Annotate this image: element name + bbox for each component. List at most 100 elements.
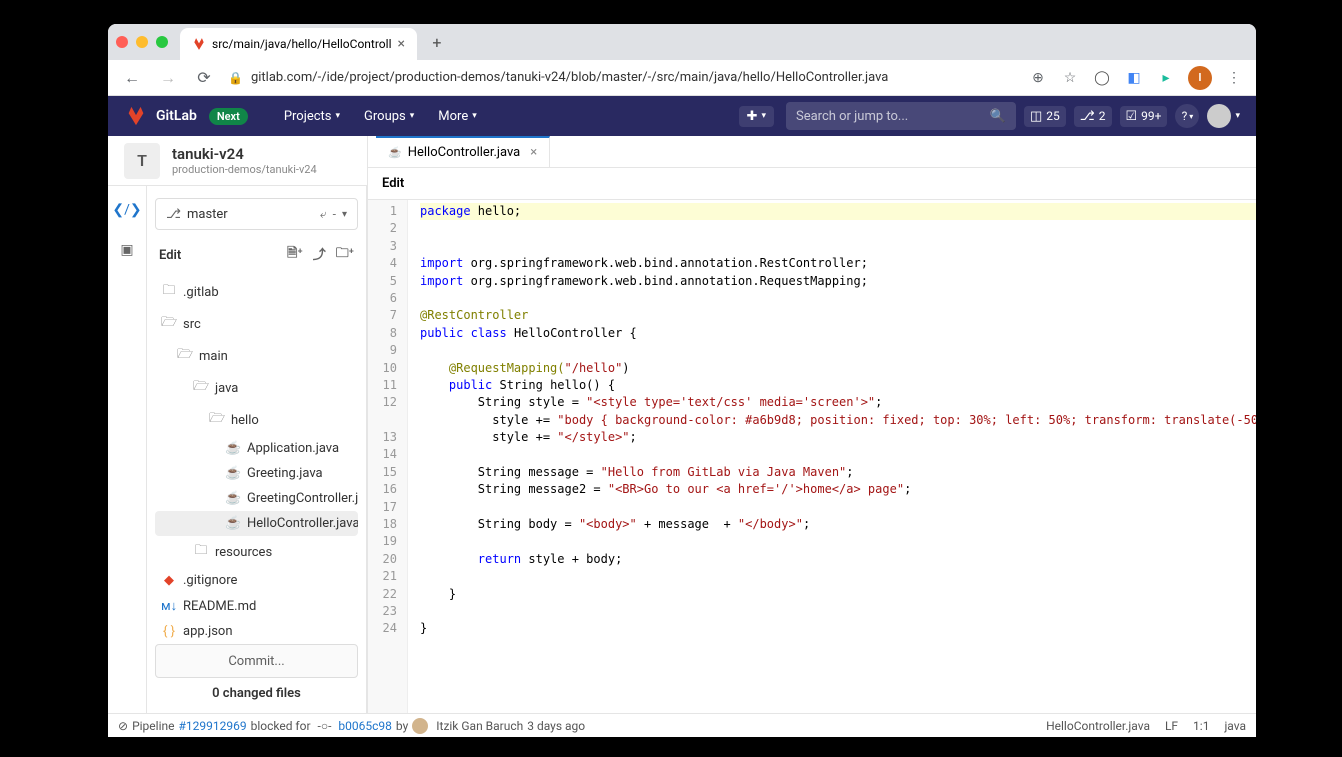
file-tab-hellocontroller[interactable]: ☕ HelloController.java × bbox=[376, 136, 550, 167]
browser-tabbar: src/main/java/hello/HelloControll × + bbox=[108, 24, 1256, 60]
project-name: tanuki-v24 bbox=[172, 145, 317, 163]
merge-icon: ⤶ bbox=[320, 207, 327, 222]
browser-window: src/main/java/hello/HelloControll × + ← … bbox=[108, 24, 1256, 737]
java-file-icon: ☕ bbox=[225, 466, 241, 481]
folder-hello[interactable]: 🗁hello bbox=[155, 404, 358, 436]
file-application[interactable]: ☕Application.java bbox=[155, 436, 358, 461]
new-file-icon[interactable]: 🗎⁺ bbox=[287, 244, 303, 266]
more-menu[interactable]: More▾ bbox=[430, 109, 484, 124]
next-badge[interactable]: Next bbox=[209, 108, 248, 125]
edit-rail-icon[interactable]: ❮/❯ bbox=[115, 198, 139, 222]
close-icon[interactable]: × bbox=[530, 145, 537, 160]
window-close-icon[interactable] bbox=[116, 36, 128, 48]
folder-src[interactable]: 🗁src bbox=[155, 308, 358, 340]
gitlab-logo-icon[interactable] bbox=[124, 104, 148, 128]
extension1-icon[interactable]: ◯ bbox=[1092, 68, 1112, 88]
lock-icon: 🔒 bbox=[228, 71, 243, 85]
commit-rail-icon[interactable]: ▣ bbox=[115, 238, 139, 262]
editor-toolbar: Edit Open in file view↗ bbox=[368, 168, 1256, 200]
chevron-down-icon: ▾ bbox=[336, 111, 341, 121]
commit-link[interactable]: b0065c98 bbox=[338, 719, 391, 733]
status-file: HelloController.java bbox=[1046, 719, 1150, 733]
file-greeting[interactable]: ☕Greeting.java bbox=[155, 461, 358, 486]
mr-badge[interactable]: ⎇2 bbox=[1074, 106, 1112, 127]
file-hellocontroller[interactable]: ☕HelloController.java bbox=[155, 511, 358, 536]
git-file-icon: ◆ bbox=[161, 573, 177, 588]
file-readme[interactable]: м↓README.md bbox=[155, 593, 358, 619]
folder-main[interactable]: 🗁main bbox=[155, 340, 358, 372]
edit-header: Edit 🗎⁺ ⤴ 🗀⁺ bbox=[155, 240, 358, 276]
projects-menu[interactable]: Projects▾ bbox=[276, 109, 348, 124]
new-folder-icon[interactable]: 🗀⁺ bbox=[336, 244, 354, 266]
search-icon: 🔍 bbox=[990, 109, 1006, 124]
status-pos[interactable]: 1:1 bbox=[1193, 719, 1209, 733]
java-file-icon: ☕ bbox=[225, 516, 241, 531]
back-button[interactable]: ← bbox=[120, 66, 144, 90]
file-gitignore[interactable]: ◆.gitignore bbox=[155, 568, 358, 593]
project-path: production-demos/tanuki-v24 bbox=[172, 163, 317, 176]
search-input[interactable]: Search or jump to... 🔍 bbox=[786, 102, 1016, 130]
folder-java[interactable]: 🗁java bbox=[155, 372, 358, 404]
branch-selector[interactable]: ⎇ master ⤶ - ▾ bbox=[155, 198, 358, 230]
folder-icon: 🗀 bbox=[193, 541, 209, 563]
kebab-menu-icon[interactable]: ⋮ bbox=[1224, 68, 1244, 88]
activity-rail: ❮/❯ ▣ bbox=[108, 186, 147, 713]
status-lf[interactable]: LF bbox=[1165, 719, 1178, 733]
file-appjson[interactable]: { }app.json bbox=[155, 619, 358, 638]
code-content: package hello; import org.springframewor… bbox=[408, 200, 1256, 713]
branch-icon: ⎇ bbox=[166, 207, 181, 222]
browser-profile-avatar[interactable]: I bbox=[1188, 66, 1212, 90]
url-field[interactable]: 🔒 gitlab.com/-/ide/project/production-de… bbox=[228, 70, 1016, 85]
pipeline-status-icon: ⊘ bbox=[118, 719, 128, 733]
groups-menu[interactable]: Groups▾ bbox=[356, 109, 422, 124]
window-minimize-icon[interactable] bbox=[136, 36, 148, 48]
status-lang[interactable]: java bbox=[1224, 719, 1246, 733]
file-tree: 🗀.gitlab 🗁src 🗁main 🗁java 🗁hello ☕Applic… bbox=[155, 276, 358, 638]
file-sidebar: ⎇ master ⤶ - ▾ Edit bbox=[147, 186, 367, 713]
gitlab-navbar: GitLab Next Projects▾ Groups▾ More▾ ✚▾ S… bbox=[108, 96, 1256, 136]
pipeline-label: Pipeline bbox=[132, 719, 174, 733]
issue-icon: ◫ bbox=[1030, 109, 1042, 124]
zoom-icon[interactable]: ⊕ bbox=[1028, 68, 1048, 88]
commit-when: 3 days ago bbox=[527, 719, 585, 733]
status-bar: ⊘ Pipeline #129912969 blocked for -○- b0… bbox=[108, 713, 1256, 737]
star-icon[interactable]: ☆ bbox=[1060, 68, 1080, 88]
folder-gitlab[interactable]: 🗀.gitlab bbox=[155, 276, 358, 308]
edit-mode-label: Edit bbox=[382, 176, 404, 191]
user-menu[interactable]: ▾ bbox=[1207, 104, 1240, 128]
java-file-icon: ☕ bbox=[388, 146, 402, 159]
new-tab-button[interactable]: + bbox=[423, 28, 451, 56]
extension2-icon[interactable]: ◧ bbox=[1124, 68, 1144, 88]
project-avatar: T bbox=[124, 143, 160, 179]
folder-open-icon: 🗁 bbox=[177, 345, 193, 367]
extension3-icon[interactable]: ▸ bbox=[1156, 68, 1176, 88]
issues-badge[interactable]: ◫25 bbox=[1024, 106, 1066, 127]
changed-files-label: 0 changed files bbox=[155, 678, 358, 701]
search-placeholder: Search or jump to... bbox=[796, 109, 908, 124]
window-maximize-icon[interactable] bbox=[156, 36, 168, 48]
author-avatar-icon bbox=[412, 718, 428, 734]
browser-tab[interactable]: src/main/java/hello/HelloControll × bbox=[180, 28, 417, 60]
pipeline-id-link[interactable]: #129912969 bbox=[178, 719, 246, 733]
json-file-icon: { } bbox=[161, 624, 177, 638]
create-menu[interactable]: ✚▾ bbox=[739, 106, 774, 127]
folder-resources[interactable]: 🗀resources bbox=[155, 536, 358, 568]
commit-button[interactable]: Commit... bbox=[155, 644, 358, 678]
file-greetingcontroller[interactable]: ☕GreetingController.java bbox=[155, 486, 358, 511]
close-icon[interactable]: × bbox=[397, 36, 404, 52]
tab-title: src/main/java/hello/HelloControll bbox=[212, 37, 391, 51]
avatar-icon bbox=[1207, 104, 1231, 128]
chevron-down-icon: ▾ bbox=[1235, 111, 1240, 121]
address-bar: ← → ⟳ 🔒 gitlab.com/-/ide/project/product… bbox=[108, 60, 1256, 96]
reload-button[interactable]: ⟳ bbox=[192, 66, 216, 90]
forward-button[interactable]: → bbox=[156, 66, 180, 90]
branch-name: master bbox=[187, 207, 228, 222]
folder-open-icon: 🗁 bbox=[161, 313, 177, 335]
upload-icon[interactable]: ⤴ bbox=[313, 244, 326, 266]
chevron-down-icon: ▾ bbox=[472, 111, 477, 121]
help-button[interactable]: ?▾ bbox=[1175, 104, 1199, 128]
code-editor[interactable]: 123456789101112131415161718192021222324 … bbox=[368, 200, 1256, 713]
editor-area: ☕ HelloController.java × Edit Open in fi… bbox=[368, 136, 1256, 713]
todos-badge[interactable]: ☑99+ bbox=[1120, 106, 1168, 127]
markdown-file-icon: м↓ bbox=[161, 598, 177, 614]
